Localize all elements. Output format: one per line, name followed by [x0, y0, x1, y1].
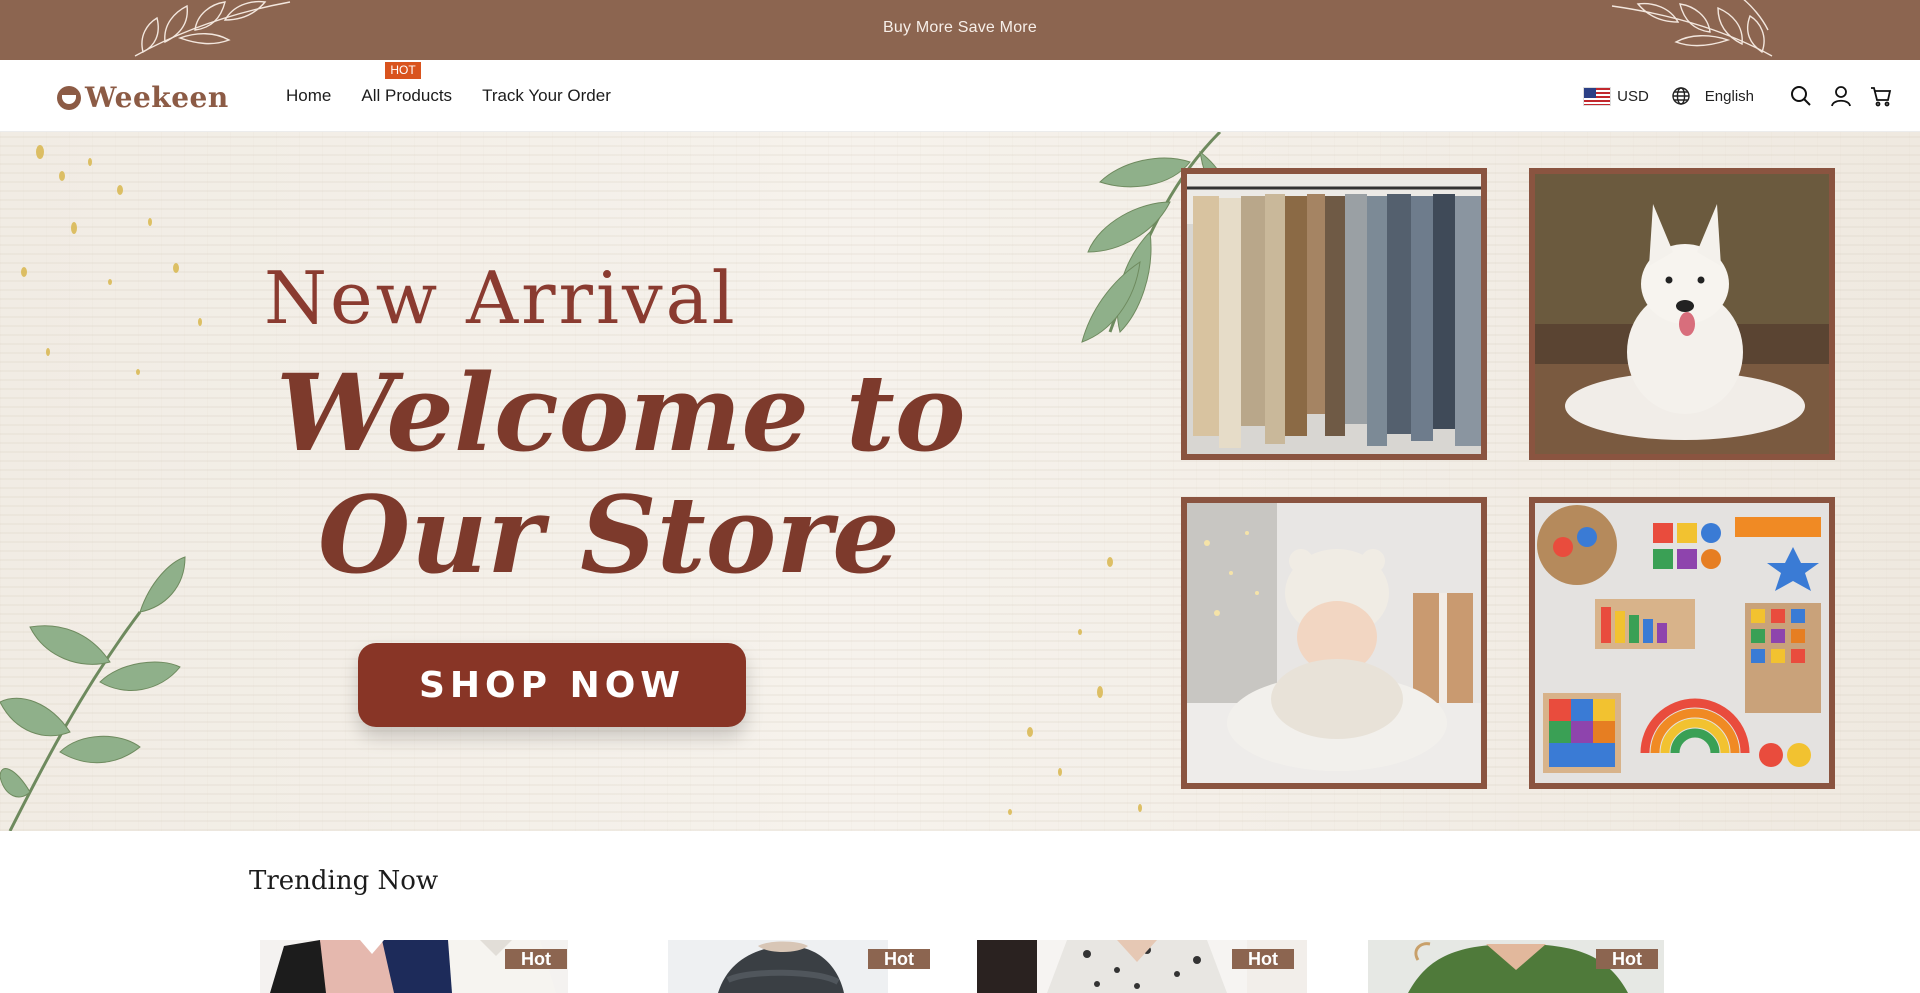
- nav-all-products[interactable]: HOT All Products: [361, 62, 453, 106]
- hot-badge-1: Hot: [505, 949, 567, 969]
- leaf-branch-bottom: [0, 556, 186, 831]
- main-nav: Home HOT All Products Track Your Order: [286, 60, 641, 132]
- toys-image: [1535, 503, 1829, 783]
- leaf-decoration-right: [1611, 0, 1773, 57]
- language-label: English: [1704, 87, 1754, 105]
- logo-icon: [57, 85, 81, 110]
- white-dog-image: [1535, 174, 1829, 454]
- header-actions: USD English: [1583, 60, 1894, 132]
- announcement-bar: Buy More Save More: [0, 0, 1920, 60]
- product-image-2: [668, 940, 888, 993]
- nav-home-label: Home: [286, 86, 332, 105]
- hero-subtitle: New Arrival: [264, 256, 738, 340]
- us-flag-icon: [1583, 86, 1612, 106]
- cart-button[interactable]: [1868, 83, 1894, 109]
- site-header: Weekeen Home HOT All Products Track Your…: [0, 60, 1920, 132]
- baby-image: [1187, 503, 1481, 783]
- brand-logo[interactable]: Weekeen: [57, 81, 229, 114]
- hot-badge-4: Hot: [1596, 949, 1658, 969]
- brand-name: Weekeen: [85, 81, 229, 114]
- hero-image-baby[interactable]: [1181, 497, 1487, 789]
- trending-section-title: Trending Now: [249, 866, 439, 896]
- product-card-2[interactable]: [668, 940, 888, 993]
- clothing-rack-image: [1187, 174, 1481, 454]
- search-button[interactable]: [1788, 83, 1814, 109]
- cart-icon: [1871, 87, 1892, 107]
- hero-image-white-dog[interactable]: [1529, 168, 1835, 460]
- currency-selector[interactable]: USD: [1583, 86, 1649, 106]
- hero-title-line1: Welcome to: [276, 350, 966, 475]
- account-icon: [1831, 86, 1851, 107]
- hot-badge-3: Hot: [1232, 949, 1294, 969]
- hero-image-clothing-rack[interactable]: [1181, 168, 1487, 460]
- nav-home[interactable]: Home: [286, 86, 331, 106]
- currency-label: USD: [1617, 87, 1649, 105]
- hot-badge-2: Hot: [868, 949, 930, 969]
- nav-track-order[interactable]: Track Your Order: [482, 86, 611, 106]
- hero-banner[interactable]: New Arrival Welcome to Our Store SHOP NO…: [0, 132, 1920, 831]
- shop-now-button[interactable]: SHOP NOW: [358, 643, 746, 727]
- hero-image-toys[interactable]: [1529, 497, 1835, 789]
- search-icon: [1791, 86, 1811, 106]
- nav-all-products-label: All Products: [361, 86, 453, 105]
- account-button[interactable]: [1828, 83, 1854, 109]
- globe-icon: [1672, 87, 1690, 105]
- hero-title-line2: Our Store: [318, 472, 900, 597]
- language-selector[interactable]: English: [1671, 86, 1754, 106]
- nav-track-order-label: Track Your Order: [482, 86, 611, 105]
- hot-tag: HOT: [385, 62, 421, 79]
